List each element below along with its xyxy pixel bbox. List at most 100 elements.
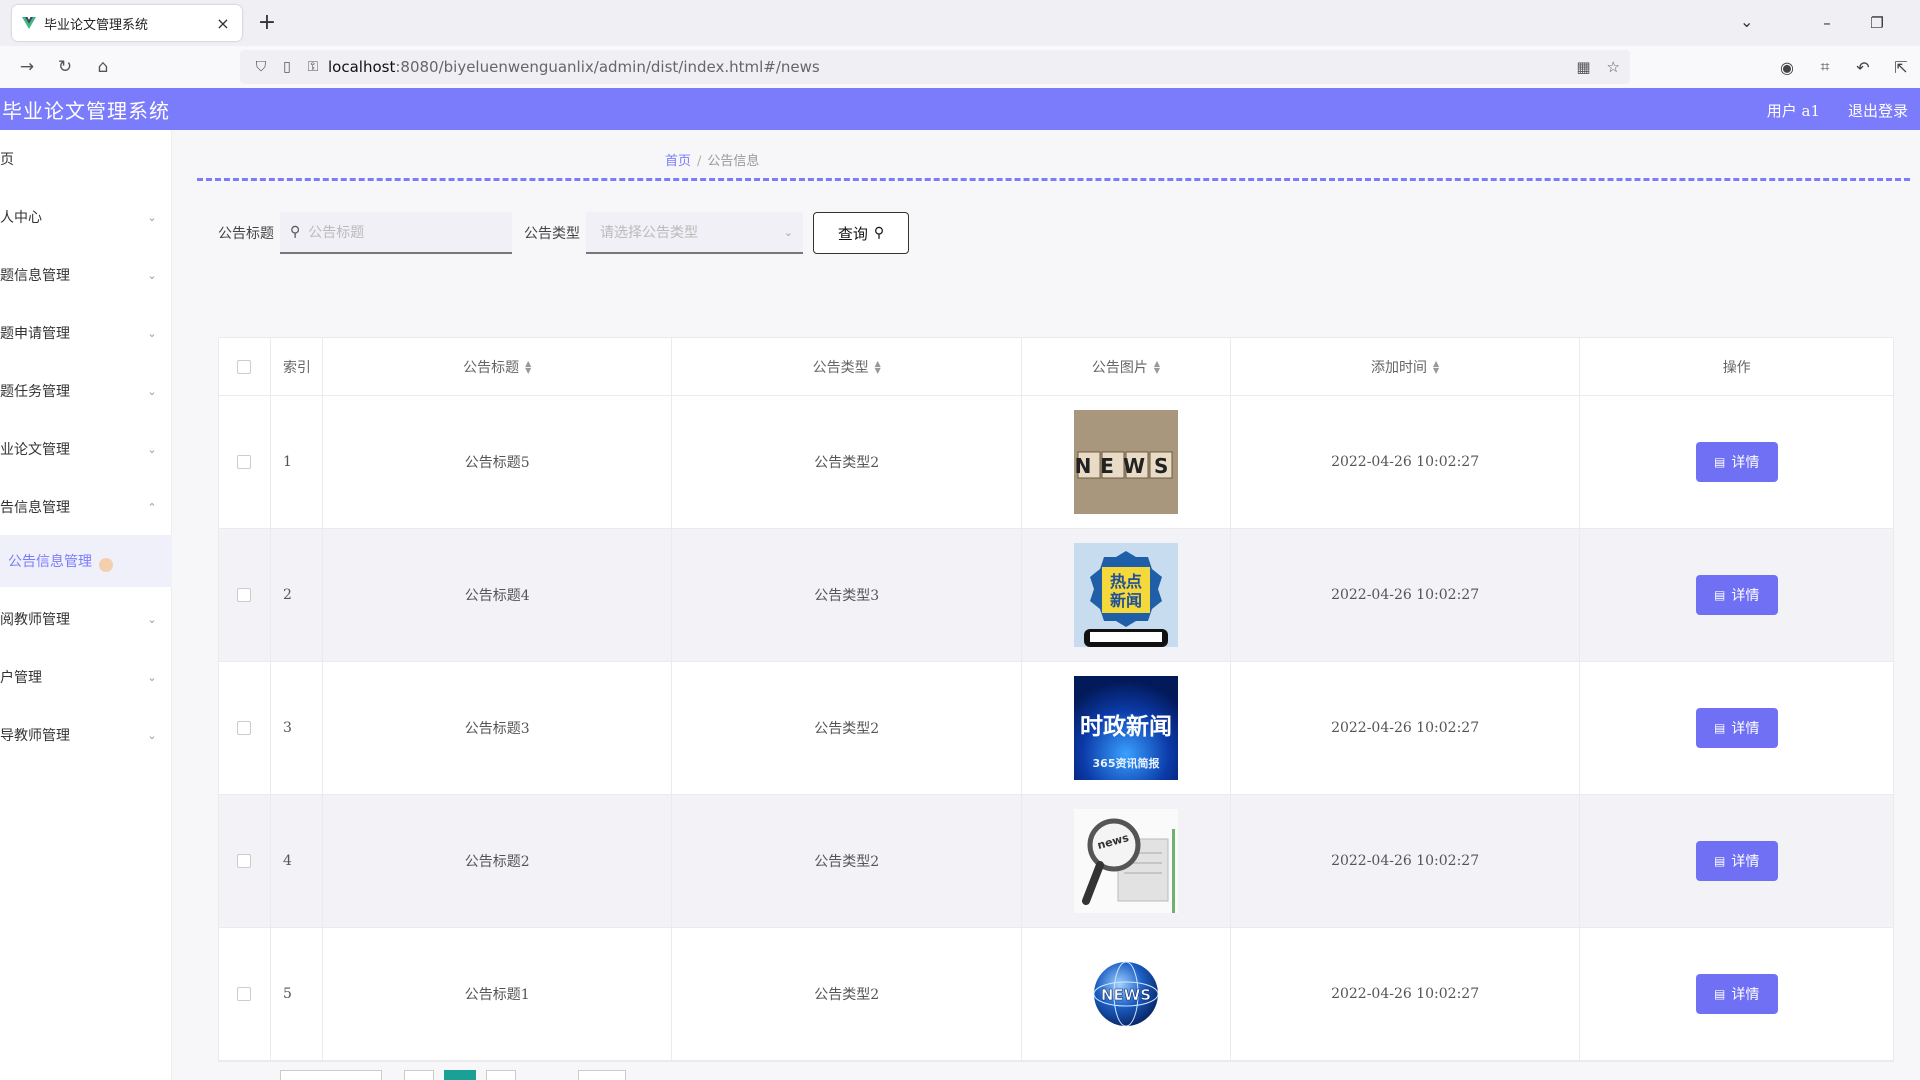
row-time: 2022-04-26 10:02:27 bbox=[1231, 529, 1581, 661]
row-type: 公告类型2 bbox=[672, 662, 1023, 794]
row-checkbox[interactable] bbox=[237, 987, 252, 1001]
browser-tab[interactable]: 毕业论文管理系统 × bbox=[12, 5, 242, 41]
select-all-checkbox[interactable] bbox=[237, 359, 252, 374]
hot-news-line2: 新闻 bbox=[1110, 591, 1142, 610]
chevron-down-icon: ⌄ bbox=[147, 210, 157, 224]
row-actions: ▤ 详情 bbox=[1580, 795, 1893, 927]
row-type: 公告类型3 bbox=[672, 529, 1023, 661]
pager-current-page[interactable] bbox=[444, 1070, 476, 1080]
document-icon: ▤ bbox=[1714, 854, 1726, 868]
sort-icon[interactable]: ▲ ▼ bbox=[1433, 359, 1439, 374]
sidebar-item-home[interactable]: 页 bbox=[0, 130, 172, 188]
magnifier-news-image[interactable]: news bbox=[1073, 809, 1178, 913]
key-icon[interactable]: ⚿ bbox=[302, 59, 324, 75]
undo-icon[interactable]: ↶ bbox=[1844, 58, 1882, 77]
new-tab-button[interactable]: + bbox=[255, 10, 279, 35]
row-time: 2022-04-26 10:02:27 bbox=[1231, 662, 1581, 794]
crop-icon[interactable]: ⌗ bbox=[1806, 57, 1844, 77]
url-path: :8080/biyeluenwenguanlix/admin/dist/inde… bbox=[395, 58, 820, 76]
row-title: 公告标题2 bbox=[323, 795, 673, 927]
chevron-down-icon: ⌄ bbox=[147, 612, 157, 626]
row-checkbox[interactable] bbox=[237, 854, 252, 868]
sidebar-item-label: 导教师管理 bbox=[0, 728, 70, 744]
sort-icon[interactable]: ▲ ▼ bbox=[525, 359, 531, 374]
sidebar-subitem-notice-management[interactable]: 公告信息管理 bbox=[0, 535, 172, 587]
header-title[interactable]: 公告标题 ▲ ▼ bbox=[323, 338, 673, 395]
url-host: localhost bbox=[328, 58, 396, 76]
list-tabs-icon[interactable]: ⌄ bbox=[1740, 12, 1753, 31]
sidebar-item-topic-task[interactable]: 题任务管理 ⌄ bbox=[0, 362, 172, 420]
sidebar-item-advisor[interactable]: 导教师管理 ⌄ bbox=[0, 706, 172, 764]
document-icon: ▤ bbox=[1714, 987, 1726, 1001]
title-search-input[interactable]: ⚲ 公告标题 bbox=[280, 212, 512, 254]
row-image-cell: NEWS bbox=[1022, 396, 1231, 528]
sidebar-item-topic-info[interactable]: 题信息管理 ⌄ bbox=[0, 246, 172, 304]
table-header-row: 索引 公告标题 ▲ ▼ 公告类型 ▲ ▼ 公告图片 ▲ ▼ 添加时间 ▲ ▼ 操作 bbox=[219, 338, 1893, 396]
reload-icon[interactable]: ↻ bbox=[48, 52, 82, 82]
type-select[interactable]: 请选择公告类型 ⌄ bbox=[586, 212, 803, 254]
page-icon[interactable]: ▯ bbox=[276, 59, 298, 75]
globe-news-text: NEWS bbox=[1101, 986, 1151, 1004]
detail-button[interactable]: ▤ 详情 bbox=[1695, 442, 1778, 482]
prev-page-button[interactable] bbox=[404, 1070, 434, 1080]
header-image[interactable]: 公告图片 ▲ ▼ bbox=[1022, 338, 1231, 395]
forward-icon[interactable]: → bbox=[10, 52, 44, 82]
politics-news-image[interactable]: 时政新闻 365资讯简报 bbox=[1073, 676, 1178, 780]
address-bar[interactable]: ⛉ ▯ ⚿ localhost:8080/biyeluenwenguanlix/… bbox=[240, 50, 1630, 84]
shield-icon[interactable]: ⛉ bbox=[250, 59, 272, 75]
hot-news-phone-image[interactable]: 热点 新闻 bbox=[1073, 543, 1178, 647]
row-checkbox[interactable] bbox=[237, 721, 252, 735]
sidebar-item-topic-application[interactable]: 题申请管理 ⌄ bbox=[0, 304, 172, 362]
sidebar-item-users[interactable]: 户管理 ⌄ bbox=[0, 648, 172, 706]
home-icon[interactable]: ⌂ bbox=[86, 52, 120, 82]
news-blocks-image[interactable]: NEWS bbox=[1073, 410, 1178, 514]
row-title: 公告标题1 bbox=[323, 928, 673, 1060]
logout-link[interactable]: 退出登录 bbox=[1848, 100, 1908, 121]
detail-button[interactable]: ▤ 详情 bbox=[1695, 974, 1778, 1014]
detail-button[interactable]: ▤ 详情 bbox=[1695, 841, 1778, 881]
detail-button[interactable]: ▤ 详情 bbox=[1695, 575, 1778, 615]
restore-icon[interactable]: ❐ bbox=[1852, 14, 1902, 32]
globe-news-graphic: NEWS bbox=[1073, 942, 1178, 1046]
query-button-label: 查询 bbox=[837, 224, 868, 243]
bookmark-star-icon[interactable]: ☆ bbox=[1607, 58, 1620, 76]
row-checkbox-cell bbox=[219, 396, 271, 528]
row-image-cell: 热点 新闻 bbox=[1022, 529, 1231, 661]
globe-news-image[interactable]: NEWS bbox=[1073, 942, 1178, 1046]
sidebar-item-thesis[interactable]: 业论文管理 ⌄ bbox=[0, 420, 172, 478]
row-time: 2022-04-26 10:02:27 bbox=[1231, 928, 1581, 1060]
row-actions: ▤ 详情 bbox=[1580, 396, 1893, 528]
row-title: 公告标题3 bbox=[323, 662, 673, 794]
row-image-cell: NEWS bbox=[1022, 928, 1231, 1060]
extensions-icon[interactable]: ⇱ bbox=[1882, 58, 1920, 77]
tab-close-icon[interactable]: × bbox=[214, 14, 232, 33]
qr-code-icon[interactable]: ▦ bbox=[1576, 58, 1590, 76]
sort-icon[interactable]: ▲ ▼ bbox=[1154, 359, 1160, 374]
next-page-button[interactable] bbox=[486, 1070, 516, 1080]
sidebar-item-reviewer[interactable]: 阅教师管理 ⌄ bbox=[0, 590, 172, 648]
row-time: 2022-04-26 10:02:27 bbox=[1231, 795, 1581, 927]
header-actions: 操作 bbox=[1722, 359, 1751, 376]
row-checkbox[interactable] bbox=[237, 455, 252, 469]
row-index: 3 bbox=[271, 662, 323, 794]
query-button[interactable]: 查询 ⚲ bbox=[813, 212, 909, 254]
sort-icon[interactable]: ▲ ▼ bbox=[875, 359, 881, 374]
detail-button-label: 详情 bbox=[1731, 854, 1760, 870]
breadcrumb-home[interactable]: 首页 bbox=[665, 154, 691, 169]
browser-tabstrip: 毕业论文管理系统 × + ⌄ – ❐ bbox=[0, 0, 1920, 46]
jump-page-input[interactable] bbox=[578, 1070, 626, 1080]
minimize-icon[interactable]: – bbox=[1802, 14, 1852, 32]
row-checkbox[interactable] bbox=[237, 588, 252, 602]
header-checkbox-cell bbox=[219, 338, 271, 395]
sidebar-item-notice-info[interactable]: 告信息管理 ⌃ bbox=[0, 478, 172, 536]
row-index: 5 bbox=[271, 928, 323, 1060]
chevron-down-icon: ⌄ bbox=[147, 728, 157, 742]
header-time[interactable]: 添加时间 ▲ ▼ bbox=[1231, 338, 1581, 395]
detail-button[interactable]: ▤ 详情 bbox=[1695, 708, 1778, 748]
page-size-select[interactable] bbox=[280, 1070, 382, 1080]
header-type[interactable]: 公告类型 ▲ ▼ bbox=[672, 338, 1023, 395]
header-time-label: 添加时间 bbox=[1371, 359, 1427, 376]
current-user: 用户 a1 bbox=[1766, 102, 1820, 120]
account-icon[interactable]: ◉ bbox=[1768, 58, 1806, 77]
sidebar-item-personal-center[interactable]: 人中心 ⌄ bbox=[0, 188, 172, 246]
